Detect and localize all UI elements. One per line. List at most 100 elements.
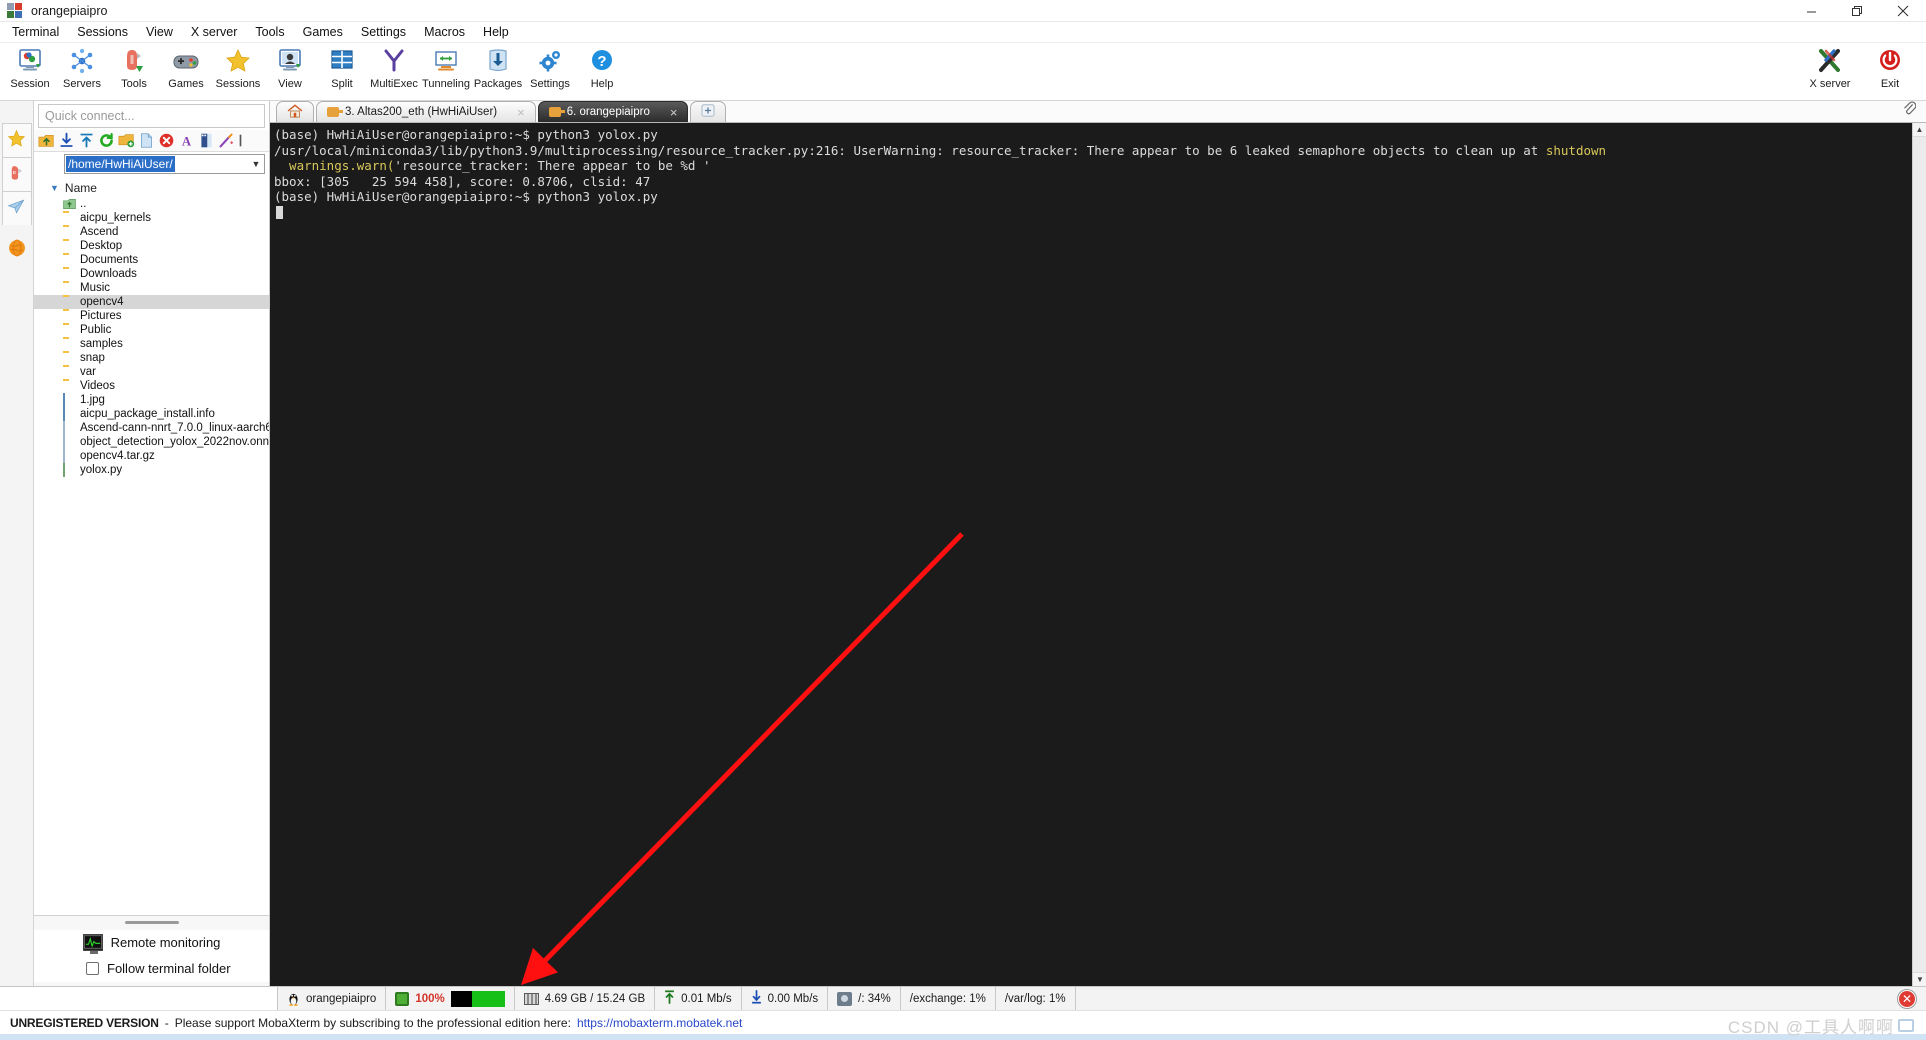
list-item-samples[interactable]: samples (34, 337, 269, 351)
menu-help[interactable]: Help (474, 22, 518, 43)
list-item-documents[interactable]: Documents (34, 253, 269, 267)
copy-path-icon[interactable] (198, 132, 215, 149)
ribbon-tools[interactable]: Tools (108, 43, 160, 99)
status-close-button[interactable]: ✕ (1898, 990, 1916, 1008)
rail-item-macros[interactable] (2, 233, 32, 267)
ribbon-view-label: View (278, 78, 302, 90)
list-item-yolox-py[interactable]: yolox.py (34, 463, 269, 477)
download-icon[interactable] (58, 132, 75, 149)
paper-plane-icon (7, 197, 26, 221)
tab-close-icon[interactable]: × (670, 105, 678, 120)
magic-wand-icon[interactable] (218, 132, 235, 149)
minimize-button[interactable] (1788, 0, 1834, 22)
menu-macros[interactable]: Macros (415, 22, 474, 43)
more-icon[interactable] (238, 132, 243, 149)
list-item-1-jpg[interactable]: 1.jpg (34, 393, 269, 407)
list-item-label: .. (80, 198, 87, 210)
new-file-icon[interactable] (138, 132, 155, 149)
ribbon-view[interactable]: View (264, 43, 316, 99)
delete-icon[interactable] (158, 132, 175, 149)
ribbon-split-label: Split (331, 78, 353, 90)
list-item-opencv4-tar-gz[interactable]: opencv4.tar.gz (34, 449, 269, 463)
close-button[interactable] (1880, 0, 1926, 22)
menu-terminal[interactable]: Terminal (3, 22, 68, 43)
splitter-handle[interactable] (124, 921, 179, 924)
list-item-music[interactable]: Music (34, 281, 269, 295)
ribbon-split[interactable]: Split (316, 43, 368, 99)
status-host: orangepiaipro (278, 987, 387, 1010)
add-tab-button[interactable] (690, 101, 727, 122)
file-list[interactable]: ▼ Name .. aicpu_kernels Ascend Desktop D… (34, 176, 269, 915)
window-buttons (1788, 0, 1926, 22)
chevron-down-icon[interactable]: ▼ (248, 159, 264, 169)
go-up-icon[interactable] (38, 132, 55, 149)
refresh-icon[interactable] (98, 132, 115, 149)
rail-item-tools[interactable] (1, 157, 32, 191)
list-item-aicpu-package-install-info[interactable]: aicpu_package_install.info (34, 407, 269, 421)
status-disk-exchange-label: /exchange: 1% (909, 992, 986, 1005)
ribbon-sessions[interactable]: Sessions (212, 43, 264, 99)
folder-icon (63, 380, 76, 392)
ribbon-x-server-label: X server (1809, 78, 1851, 90)
new-folder-icon[interactable] (118, 132, 135, 149)
path-bar[interactable]: /home/HwHiAiUser/ ▼ (64, 154, 265, 174)
ribbon-help[interactable]: ? Help (576, 43, 628, 99)
list-item-aicpu-kernels[interactable]: aicpu_kernels (34, 211, 269, 225)
scroll-up-icon[interactable]: ▲ (1913, 123, 1926, 137)
scroll-down-icon[interactable]: ▼ (1913, 972, 1926, 986)
terminal-output[interactable]: (base) HwHiAiUser@orangepiaipro:~$ pytho… (270, 123, 1926, 986)
ribbon-settings[interactable]: Settings (524, 43, 576, 99)
ribbon-multiexec[interactable]: MultiExec (368, 43, 420, 99)
rail-item-favorites[interactable] (1, 123, 32, 157)
swiss-knife-icon (7, 163, 26, 187)
title-bar: orangepiaipro (0, 0, 1926, 22)
ribbon-games[interactable]: Games (160, 43, 212, 99)
tab-home[interactable] (276, 101, 314, 122)
upload-icon[interactable] (78, 132, 95, 149)
list-item-var[interactable]: var (34, 365, 269, 379)
tab-orangepiaipro[interactable]: 6. orangepiaipro × (537, 101, 689, 122)
ribbon-tunneling[interactable]: Tunneling (420, 43, 472, 99)
ribbon-session[interactable]: Session (4, 43, 56, 99)
list-item-snap[interactable]: snap (34, 351, 269, 365)
terminal-line-3: warnings.warn('resource_tracker: There a… (274, 158, 1926, 174)
rename-icon[interactable]: A (178, 132, 195, 149)
list-item-object-detection-yolox-onnx[interactable]: object_detection_yolox_2022nov.onnx (34, 435, 269, 449)
list-item-opencv4[interactable]: opencv4 (34, 295, 269, 309)
footer-link[interactable]: https://mobaxterm.mobatek.net (577, 1016, 742, 1030)
menu-tools[interactable]: Tools (246, 22, 293, 43)
maximize-button[interactable] (1834, 0, 1880, 22)
ribbon-servers[interactable]: Servers (56, 43, 108, 99)
menu-games[interactable]: Games (294, 22, 352, 43)
terminal-scrollbar[interactable]: ▲ ▼ (1912, 123, 1926, 986)
menu-settings[interactable]: Settings (352, 22, 415, 43)
ribbon-tools-label: Tools (121, 78, 147, 90)
follow-terminal-folder-checkbox[interactable] (86, 962, 99, 975)
list-item-downloads[interactable]: Downloads (34, 267, 269, 281)
list-item-parent[interactable]: .. (34, 197, 269, 211)
list-item-desktop[interactable]: Desktop (34, 239, 269, 253)
remote-monitoring-button[interactable]: Remote monitoring (34, 930, 269, 961)
tab-altas200-eth[interactable]: 3. Altas200_eth (HwHiAiUser) × (316, 101, 536, 122)
status-bar-spacer (0, 987, 278, 1010)
status-upload: 0.01 Mb/s (655, 987, 742, 1010)
list-item-ascend[interactable]: Ascend (34, 225, 269, 239)
menu-x-server[interactable]: X server (182, 22, 247, 43)
tab-close-icon[interactable]: × (517, 105, 525, 120)
menu-sessions[interactable]: Sessions (68, 22, 137, 43)
list-item-pictures[interactable]: Pictures (34, 309, 269, 323)
list-item-ascend-cann-nnrt[interactable]: Ascend-cann-nnrt_7.0.0_linux-aarch64 (34, 421, 269, 435)
quick-connect-input[interactable]: Quick connect... (38, 104, 265, 128)
rail-item-sftp[interactable] (1, 191, 32, 225)
file-list-header[interactable]: ▼ Name (34, 179, 269, 197)
cpu-icon (395, 991, 410, 1006)
sftp-sidebar: Quick connect... A /home/HwHiAiUser/ ▼ ▼… (34, 101, 270, 986)
ribbon-x-server[interactable]: X server (1800, 43, 1860, 99)
ribbon-packages[interactable]: Packages (472, 43, 524, 99)
paperclip-icon[interactable] (1903, 101, 1917, 119)
follow-terminal-folder-row[interactable]: Follow terminal folder (34, 961, 269, 982)
ribbon-exit[interactable]: Exit (1860, 43, 1920, 99)
menu-view[interactable]: View (137, 22, 182, 43)
list-item-public[interactable]: Public (34, 323, 269, 337)
list-item-videos[interactable]: Videos (34, 379, 269, 393)
